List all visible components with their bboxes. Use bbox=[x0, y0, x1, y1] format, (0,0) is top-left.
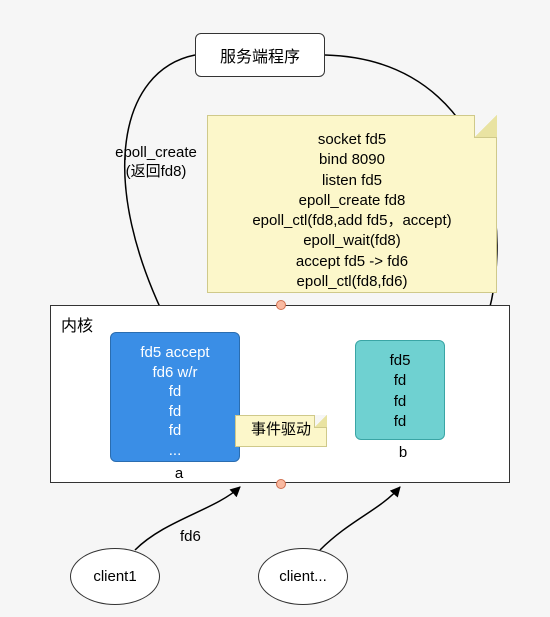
box-a-line: fd bbox=[111, 421, 239, 441]
edge-text-epoll-create: epoll_create bbox=[115, 144, 197, 161]
code-note: socket fd5 bind 8090 listen fd5 epoll_cr… bbox=[207, 115, 497, 293]
edge-label-epoll-create: epoll_create (返回fd8) bbox=[96, 144, 216, 182]
note-line: epoll_wait(fd8) bbox=[208, 231, 496, 251]
event-driven-label: 事件驱动 bbox=[251, 421, 311, 438]
box-b-line: fd5 bbox=[356, 351, 444, 371]
box-b-line: fd bbox=[356, 392, 444, 412]
port-dot-top bbox=[276, 300, 286, 310]
note-line: epoll_ctl(fd8,add fd5，accept) bbox=[208, 211, 496, 231]
client-more-node: client... bbox=[258, 548, 348, 605]
box-a-line: fd6 w/r bbox=[111, 363, 239, 383]
port-dot-bottom bbox=[276, 479, 286, 489]
tag-fold-icon bbox=[314, 415, 327, 428]
client-more-label: client... bbox=[279, 568, 327, 585]
event-driven-tag: 事件驱动 bbox=[235, 415, 327, 447]
box-a-line: fd5 accept bbox=[111, 343, 239, 363]
note-line: epoll_create fd8 bbox=[208, 191, 496, 211]
server-program-box: 服务端程序 bbox=[195, 33, 325, 77]
fd-registry-box-a: fd5 accept fd6 w/r fd fd fd ... bbox=[110, 332, 240, 462]
note-line: socket fd5 bbox=[208, 130, 496, 150]
box-a-line: fd bbox=[111, 382, 239, 402]
server-program-label: 服务端程序 bbox=[220, 43, 300, 67]
note-line: listen fd5 bbox=[208, 171, 496, 191]
ready-list-box-b: fd5 fd fd fd bbox=[355, 340, 445, 440]
note-line: bind 8090 bbox=[208, 150, 496, 170]
edge-label-fd6: fd6 bbox=[180, 528, 201, 545]
box-a-line: ... bbox=[111, 441, 239, 461]
box-b-line: fd bbox=[356, 412, 444, 432]
box-a-caption: a bbox=[164, 465, 194, 482]
note-line: accept fd5 -> fd6 bbox=[208, 252, 496, 272]
edge-text-epoll-return: (返回fd8) bbox=[126, 163, 187, 180]
box-b-caption: b bbox=[388, 444, 418, 461]
box-a-line: fd bbox=[111, 402, 239, 422]
note-fold-icon bbox=[474, 115, 497, 138]
box-b-line: fd bbox=[356, 371, 444, 391]
client1-label: client1 bbox=[93, 568, 136, 585]
client1-node: client1 bbox=[70, 548, 160, 605]
note-line: epoll_ctl(fd8,fd6) bbox=[208, 272, 496, 292]
diagram-canvas: 服务端程序 socket fd5 bind 8090 listen fd5 ep… bbox=[0, 0, 550, 617]
kernel-title: 内核 bbox=[61, 312, 93, 336]
